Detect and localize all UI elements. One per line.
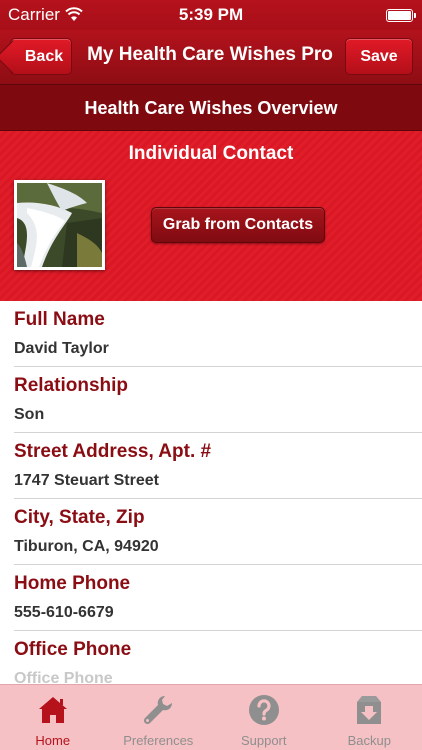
field-label: Office Phone (14, 639, 132, 660)
overview-header: Health Care Wishes Overview (0, 84, 422, 131)
field-label: Full Name (14, 309, 105, 330)
tab-bar: Home Preferences Support Backup (0, 684, 422, 750)
city-state-zip-value[interactable]: Tiburon, CA, 94920 (14, 538, 159, 556)
save-button-label: Save (360, 47, 398, 65)
relationship-field[interactable]: Relationship Son (14, 367, 422, 433)
field-label: Relationship (14, 375, 129, 396)
home-phone-field[interactable]: Home Phone 555-610-6679 (14, 565, 422, 631)
field-label: City, State, Zip (14, 507, 145, 528)
tab-backup[interactable]: Backup (317, 685, 422, 750)
street-address-value[interactable]: 1747 Steuart Street (14, 472, 159, 490)
grab-from-contacts-button[interactable]: Grab from Contacts (151, 207, 325, 243)
relationship-value[interactable]: Son (14, 406, 44, 424)
home-icon (38, 697, 67, 723)
back-button-label: Back (24, 47, 64, 65)
question-icon (248, 695, 279, 725)
section-title: Individual Contact (128, 143, 294, 164)
page-title: My Health Care Wishes Pro (87, 44, 333, 65)
field-label: Home Phone (14, 573, 131, 594)
tab-label: Home (35, 733, 71, 748)
save-button[interactable]: Save (345, 38, 413, 75)
waterfall-image (17, 183, 102, 267)
street-address-field[interactable]: Street Address, Apt. # 1747 Steuart Stre… (14, 433, 422, 499)
box-icon (357, 696, 382, 724)
tab-label: Support (240, 733, 287, 748)
status-time: 5:39 PM (178, 5, 244, 24)
back-button[interactable]: Back (0, 38, 72, 75)
navigation-bar: Back My Health Care Wishes Pro Save (0, 30, 422, 84)
full-name-value[interactable]: David Taylor (14, 340, 109, 358)
battery-icon (386, 9, 416, 22)
tab-support[interactable]: Support (211, 685, 317, 750)
tab-home[interactable]: Home (0, 685, 106, 750)
contact-form: Full Name David Taylor Relationship Son … (0, 301, 422, 697)
field-label: Street Address, Apt. # (14, 441, 212, 462)
full-name-field[interactable]: Full Name David Taylor (14, 301, 422, 367)
tab-label: Backup (347, 733, 391, 748)
contact-header: Individual Contact Grab from Contacts (0, 131, 422, 301)
contact-photo[interactable] (14, 180, 105, 270)
status-bar: Carrier 5:39 PM (0, 0, 422, 30)
city-state-zip-field[interactable]: City, State, Zip Tiburon, CA, 94920 (14, 499, 422, 565)
tab-preferences[interactable]: Preferences (106, 685, 212, 750)
tab-label: Preferences (123, 733, 194, 748)
wrench-icon (144, 695, 173, 725)
home-phone-value[interactable]: 555-610-6679 (14, 604, 114, 622)
